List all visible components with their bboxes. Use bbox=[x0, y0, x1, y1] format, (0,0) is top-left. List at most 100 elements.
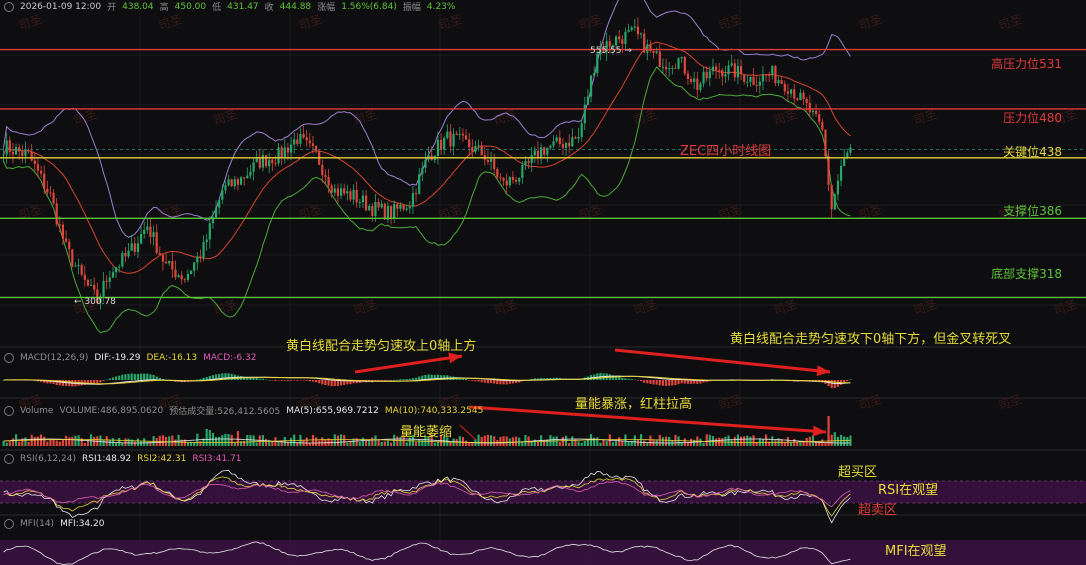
watermark-text: 司圣 bbox=[912, 107, 939, 128]
candle-body bbox=[655, 51, 658, 53]
candle-body bbox=[439, 139, 443, 150]
high-value: 450.00 bbox=[174, 1, 207, 12]
macd-histogram-bar bbox=[314, 380, 318, 383]
candlesticks bbox=[2, 17, 852, 310]
candle-body bbox=[105, 280, 108, 282]
candle-body bbox=[255, 158, 258, 163]
level-label-386: 支撑位386 bbox=[1003, 204, 1062, 218]
volume-bar bbox=[236, 431, 240, 446]
candle-body bbox=[493, 158, 496, 170]
volume-bar bbox=[483, 435, 486, 446]
macd-histogram-bar bbox=[136, 373, 140, 380]
macd-histogram-bar bbox=[380, 380, 383, 381]
volume-bar bbox=[639, 434, 643, 446]
candle-body bbox=[583, 104, 586, 124]
macd-settings-icon[interactable] bbox=[4, 353, 14, 363]
candle-body bbox=[239, 177, 243, 185]
macd-note-right: 黄白线配合走势匀速攻下0轴下方，但金叉转死叉 bbox=[730, 332, 1012, 347]
candle-body bbox=[480, 145, 483, 156]
candle-body bbox=[86, 279, 90, 286]
candle-body bbox=[596, 54, 599, 73]
change-label: 涨幅 bbox=[317, 3, 336, 13]
volume-header: Volume VOLUME:486,895.0620 预估成交量:526,412… bbox=[4, 404, 483, 417]
volume-bar bbox=[489, 435, 493, 446]
volume-bar bbox=[102, 439, 105, 446]
candle-body bbox=[396, 204, 399, 209]
macd-dea: DEA:-16.13 bbox=[146, 353, 198, 363]
amp-value: 4.23% bbox=[426, 1, 456, 12]
candle-body bbox=[196, 256, 199, 263]
macd-histogram-bar bbox=[680, 380, 683, 384]
candle-body bbox=[364, 195, 368, 211]
volume-bar bbox=[71, 436, 74, 446]
volume-bar bbox=[336, 435, 340, 446]
volume-bar bbox=[643, 440, 646, 446]
candle-body bbox=[205, 239, 208, 242]
volume-bar bbox=[27, 441, 30, 446]
macd-histogram-bar bbox=[636, 380, 640, 381]
macd-histogram-bar bbox=[99, 380, 102, 383]
volume-settings-icon[interactable] bbox=[4, 405, 14, 416]
settings-circle-icon[interactable] bbox=[4, 1, 14, 12]
open-value: 438.04 bbox=[122, 1, 154, 12]
candle-body bbox=[252, 162, 255, 172]
macd-histogram-bar bbox=[196, 379, 199, 380]
candle-body bbox=[308, 140, 311, 144]
candle-body bbox=[224, 185, 227, 191]
volume-bar bbox=[752, 435, 755, 446]
candle-body bbox=[808, 103, 811, 113]
volume-bar bbox=[5, 442, 8, 446]
candle-body bbox=[55, 203, 58, 225]
macd-histogram-bar bbox=[311, 380, 315, 382]
volume-bar bbox=[36, 436, 40, 446]
volume-bar bbox=[233, 442, 236, 446]
volume-bar bbox=[811, 435, 815, 446]
volume-bar bbox=[371, 437, 374, 446]
macd-histogram-bar bbox=[639, 380, 643, 382]
candle-body bbox=[789, 89, 793, 94]
volume-bar bbox=[136, 438, 140, 446]
candle-body bbox=[174, 269, 177, 278]
volume-bar bbox=[405, 442, 408, 446]
volume-bar bbox=[168, 436, 171, 446]
volume-bar bbox=[436, 441, 440, 446]
volume-estimate: 预估成交量:526,412.5605 bbox=[169, 407, 281, 417]
volume-bar bbox=[389, 442, 393, 446]
macd-histogram-bar bbox=[102, 380, 105, 381]
rsi-settings-icon[interactable] bbox=[4, 454, 14, 464]
macd-histogram-bar bbox=[386, 380, 390, 381]
macd-histogram-bar bbox=[333, 380, 336, 387]
volume-bar bbox=[577, 441, 580, 446]
macd-histogram-bar bbox=[849, 379, 852, 380]
macd-histogram-bar bbox=[630, 379, 633, 380]
volume-bar bbox=[458, 436, 461, 446]
candle-body bbox=[261, 155, 265, 168]
volume-bar bbox=[127, 438, 130, 446]
candle-body bbox=[661, 66, 665, 68]
candle-body bbox=[774, 65, 777, 84]
mfi-header: MFI(14) MFI:34.20 bbox=[4, 519, 104, 529]
rsi2-value: RSI2:42.31 bbox=[137, 454, 187, 464]
candle-body bbox=[71, 249, 74, 267]
volume-arrow-head bbox=[812, 425, 826, 437]
candle-body bbox=[30, 151, 33, 161]
candle-body bbox=[593, 72, 596, 76]
candle-body bbox=[136, 243, 140, 252]
candle-body bbox=[652, 51, 655, 53]
volume-bar bbox=[546, 439, 549, 446]
macd-histogram-bar bbox=[261, 378, 265, 380]
volume-bar bbox=[605, 441, 608, 446]
candle-body bbox=[618, 36, 621, 40]
candle-body bbox=[80, 264, 83, 275]
candle-body bbox=[386, 206, 390, 220]
volume-bar bbox=[311, 434, 315, 446]
mfi-settings-icon[interactable] bbox=[4, 519, 14, 529]
volume-bar bbox=[614, 440, 618, 446]
volume-bar bbox=[199, 441, 202, 446]
macd-histogram-bar bbox=[671, 380, 674, 386]
candle-body bbox=[336, 188, 340, 196]
volume-bar bbox=[764, 434, 768, 446]
candle-body bbox=[568, 142, 571, 147]
watermark-text: 司圣 bbox=[17, 12, 44, 33]
macd-histogram-bar bbox=[408, 378, 411, 380]
